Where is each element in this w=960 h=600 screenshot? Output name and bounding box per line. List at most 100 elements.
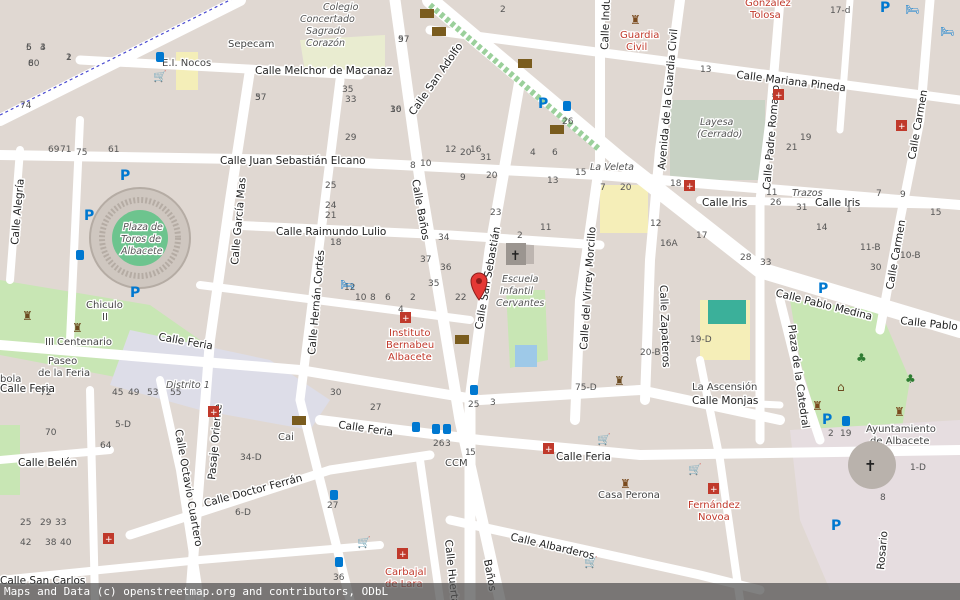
playground-icon: ♣ bbox=[856, 351, 867, 365]
house-number: 69 bbox=[48, 145, 60, 155]
poi-plaza-toros: Plaza de Toros de Albacete bbox=[119, 221, 165, 259]
house-number: 38 bbox=[45, 538, 57, 548]
house-number: 1-D bbox=[910, 463, 926, 473]
street-belen: Calle Belén bbox=[18, 457, 77, 469]
bus-number: 3 bbox=[445, 439, 451, 449]
house-number: 26 bbox=[770, 198, 782, 208]
street-feria-east: Calle Feria bbox=[556, 451, 611, 463]
house-number: 12 bbox=[445, 145, 456, 155]
house-number: 25 bbox=[325, 181, 336, 191]
svg-text:♜: ♜ bbox=[812, 399, 823, 413]
svg-text:♜: ♜ bbox=[620, 477, 631, 491]
house-number: 9 bbox=[460, 173, 466, 183]
svg-text:+: + bbox=[210, 408, 218, 418]
parking-icon: P bbox=[822, 412, 832, 428]
bank-icon bbox=[420, 9, 434, 18]
house-number: 23 bbox=[490, 208, 501, 218]
church-icon: ✝ bbox=[506, 243, 526, 265]
shop-icon: 🛒 bbox=[688, 463, 702, 476]
house-number: 30 bbox=[330, 388, 342, 398]
house-number: 5-D bbox=[115, 420, 131, 430]
poi-la-veleta: La Veleta bbox=[590, 162, 634, 173]
house-number: 18 bbox=[330, 238, 342, 248]
svg-text:Concertado: Concertado bbox=[300, 14, 355, 25]
svg-text:+: + bbox=[898, 122, 906, 132]
svg-text:Colegio: Colegio bbox=[323, 2, 359, 13]
hospital-icon: + bbox=[684, 180, 695, 192]
house-number: 34-D bbox=[240, 453, 262, 463]
svg-text:♜: ♜ bbox=[614, 374, 625, 388]
house-number: 53 bbox=[147, 388, 158, 398]
house-number: 25 bbox=[20, 518, 31, 528]
house-number: 75-D bbox=[575, 383, 597, 393]
svg-text:✝: ✝ bbox=[510, 249, 521, 264]
hospital-icon: + bbox=[896, 120, 907, 132]
svg-text:P: P bbox=[880, 0, 890, 16]
svg-text:Toros de: Toros de bbox=[121, 234, 161, 245]
svg-text:Civil: Civil bbox=[626, 42, 647, 53]
street-monjas: Calle Monjas bbox=[692, 395, 758, 407]
house-number: 24 bbox=[325, 201, 337, 211]
svg-text:P: P bbox=[130, 285, 140, 301]
house-number: 11 bbox=[766, 188, 777, 198]
map-canvas[interactable]: Calle Melchor de Macanaz Calle Juan Seba… bbox=[0, 0, 960, 600]
bus-number: 2 bbox=[828, 429, 834, 439]
house-number: 20-B bbox=[640, 348, 661, 358]
house-number: 6 bbox=[26, 43, 32, 53]
house-number: 71 bbox=[60, 145, 71, 155]
house-number: 31 bbox=[480, 153, 491, 163]
svg-text:Infantil: Infantil bbox=[500, 286, 533, 297]
house-number: 17 bbox=[696, 231, 707, 241]
house-number: 20 bbox=[620, 183, 632, 193]
house-number: 18 bbox=[670, 179, 682, 189]
house-number: 15 bbox=[930, 208, 941, 218]
bus-number: 36 bbox=[333, 573, 345, 583]
house-number: 5 bbox=[255, 93, 261, 103]
house-number: 20 bbox=[486, 171, 498, 181]
house-number: 42 bbox=[20, 538, 31, 548]
house-number: 10 bbox=[355, 293, 367, 303]
bus-stop-icon bbox=[470, 385, 478, 395]
svg-text:Sagrado: Sagrado bbox=[306, 26, 346, 37]
svg-text:(Cerrado): (Cerrado) bbox=[697, 129, 742, 140]
svg-text:+: + bbox=[775, 91, 783, 101]
house-number: 2 bbox=[66, 53, 72, 63]
svg-text:Albacete: Albacete bbox=[388, 352, 432, 363]
house-number: 34 bbox=[438, 233, 450, 243]
svg-text:Bernabeu: Bernabeu bbox=[386, 340, 434, 351]
svg-text:Escuela: Escuela bbox=[502, 274, 539, 285]
house-number: 9 bbox=[900, 190, 906, 200]
svg-text:P: P bbox=[818, 281, 828, 297]
monument-icon: ♜ bbox=[22, 309, 33, 323]
bus-number: 26 bbox=[433, 439, 445, 449]
shop-icon: 🛒 bbox=[597, 433, 611, 446]
street-lulio: Calle Raimundo Lulio bbox=[276, 226, 386, 238]
svg-text:P: P bbox=[84, 208, 94, 224]
svg-text:🛒: 🛒 bbox=[597, 433, 611, 446]
house-number: 37 bbox=[420, 255, 431, 265]
house-number: 7 bbox=[876, 189, 882, 199]
svg-text:Guardia: Guardia bbox=[620, 30, 659, 41]
svg-text:P: P bbox=[831, 518, 841, 534]
svg-text:🛒: 🛒 bbox=[584, 556, 598, 569]
house-number: 12 bbox=[650, 219, 661, 229]
bus-stop-icon bbox=[432, 424, 440, 434]
bus-stop-icon bbox=[76, 250, 84, 260]
svg-text:🛒: 🛒 bbox=[153, 70, 167, 83]
poi-ei-nocos: E.I. Nocos bbox=[162, 58, 211, 69]
parking-icon: P bbox=[538, 96, 548, 112]
bank-icon bbox=[550, 125, 564, 134]
svg-text:🛏: 🛏 bbox=[940, 25, 954, 38]
bank-icon bbox=[518, 59, 532, 68]
house-number: 22 bbox=[455, 293, 466, 303]
house-number: 16A bbox=[660, 239, 678, 249]
map-attribution[interactable]: Maps and Data (c) openstreetmap.org and … bbox=[0, 583, 960, 600]
hospital-icon: + bbox=[543, 443, 554, 455]
house-number: 33 bbox=[345, 95, 356, 105]
house-number: 4 bbox=[40, 43, 46, 53]
shop-icon: 🛒 bbox=[153, 70, 167, 83]
house-number: 75 bbox=[76, 148, 87, 158]
parking-icon: P bbox=[84, 208, 94, 224]
svg-text:Plaza de: Plaza de bbox=[123, 222, 163, 233]
house-number: 49 bbox=[128, 388, 140, 398]
